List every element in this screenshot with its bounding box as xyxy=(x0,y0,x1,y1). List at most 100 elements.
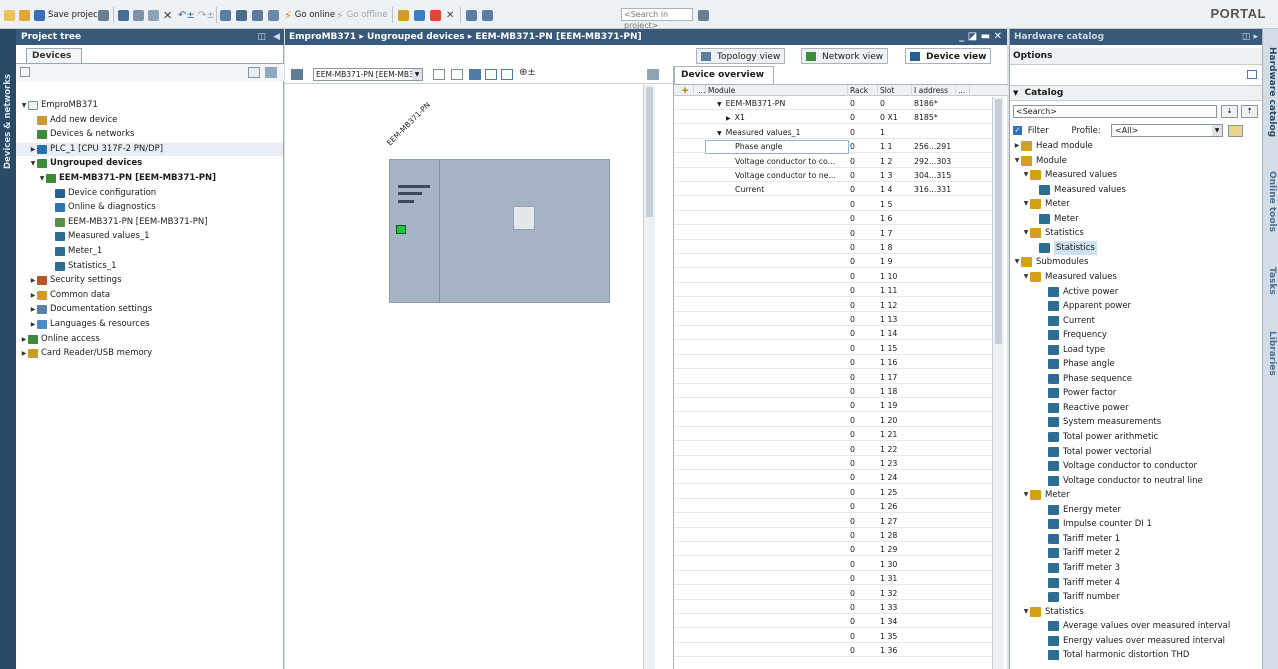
catalog-item[interactable]: Load type xyxy=(1040,343,1105,357)
catalog-section-header[interactable]: ▼ Catalog xyxy=(1010,85,1263,101)
module-cell[interactable] xyxy=(706,199,848,211)
rack-cell[interactable]: 0 xyxy=(848,458,878,470)
module-cell[interactable] xyxy=(706,343,848,355)
module-cell[interactable]: ▼ Measured values_1 xyxy=(706,127,848,139)
go-offline-button[interactable]: ⚡ Go offline xyxy=(336,8,388,22)
catalog-item[interactable]: ▼ Meter xyxy=(1022,197,1070,211)
rack-cell[interactable]: 0 xyxy=(848,573,878,585)
tree-item[interactable]: ▼ EmproMB371 xyxy=(16,99,283,112)
collapsed-arrow-icon[interactable]: ▶ xyxy=(29,274,37,287)
expanded-arrow-icon[interactable]: ▼ xyxy=(717,130,722,137)
undo-icon[interactable]: ↶± xyxy=(178,8,195,22)
slot-cell[interactable]: 1 17 xyxy=(878,372,912,384)
slot-cell[interactable]: 1 9 xyxy=(878,256,912,268)
tree-item[interactable]: Device configuration xyxy=(16,187,283,200)
expanded-arrow-icon[interactable]: ▼ xyxy=(1013,255,1021,269)
iaddress-cell[interactable] xyxy=(912,300,956,312)
module-cell[interactable] xyxy=(706,415,848,427)
module-cell[interactable] xyxy=(706,458,848,470)
window-controls[interactable]: _ ◪ ▬ ✕ xyxy=(959,29,1002,45)
module-cell[interactable] xyxy=(706,300,848,312)
iaddress-cell[interactable]: 292...303 xyxy=(912,156,956,168)
module-cell[interactable] xyxy=(706,271,848,283)
slot-cell[interactable]: 1 13 xyxy=(878,314,912,326)
slot-cell[interactable]: 1 22 xyxy=(878,444,912,456)
catalog-item[interactable]: Phase sequence xyxy=(1040,372,1132,386)
iaddress-cell[interactable]: 316...331 xyxy=(912,184,956,196)
iaddress-cell[interactable] xyxy=(912,487,956,499)
module-cell[interactable] xyxy=(706,631,848,643)
redo-icon[interactable]: ↷± xyxy=(198,8,215,22)
tree-item[interactable]: ▶ Card Reader/USB memory xyxy=(16,347,283,360)
split-horizontal-icon[interactable] xyxy=(466,8,477,22)
collapsed-arrow-icon[interactable]: ▶ xyxy=(29,143,37,156)
module-cell[interactable] xyxy=(706,544,848,556)
tree-item[interactable]: ▶ Common data xyxy=(16,289,283,302)
catalog-item[interactable]: Current xyxy=(1040,314,1095,328)
rack-cell[interactable]: 0 xyxy=(848,530,878,542)
rack-cell[interactable]: 0 xyxy=(848,472,878,484)
rack-cell[interactable]: 0 xyxy=(848,631,878,643)
rack-cell[interactable]: 0 xyxy=(848,242,878,254)
module-cell[interactable] xyxy=(706,501,848,513)
slot-cell[interactable]: 1 12 xyxy=(878,300,912,312)
iaddress-cell[interactable] xyxy=(912,127,956,139)
module-cell[interactable] xyxy=(706,530,848,542)
ethernet-port-icon[interactable] xyxy=(396,225,406,234)
table-row[interactable]: 01 26 xyxy=(674,501,992,514)
rack-cell[interactable]: 0 xyxy=(848,501,878,513)
column-iaddress-header[interactable]: I address xyxy=(912,85,956,96)
module-cell[interactable] xyxy=(706,357,848,369)
rack-cell[interactable]: 0 xyxy=(848,328,878,340)
table-row[interactable]: 01 10 xyxy=(674,271,992,283)
table-row[interactable]: Voltage conductor to co... 0 1 2 292...303 xyxy=(674,156,992,168)
panel-controls-icon[interactable]: ◫ ▸ xyxy=(1242,29,1258,45)
rack-cell[interactable]: 0 xyxy=(848,386,878,398)
catalog-item[interactable]: Reactive power xyxy=(1040,401,1129,415)
module-cell[interactable] xyxy=(706,616,848,628)
iaddress-cell[interactable] xyxy=(912,429,956,441)
start-cpu-icon[interactable] xyxy=(414,8,425,22)
expanded-arrow-icon[interactable]: ▼ xyxy=(1022,197,1030,211)
iaddress-cell[interactable] xyxy=(912,645,956,657)
iaddress-cell[interactable] xyxy=(912,631,956,643)
module-cell[interactable]: Voltage conductor to ne... xyxy=(706,170,848,182)
collapse-panel-icon[interactable]: ◀ xyxy=(273,29,280,45)
stop-cpu-icon[interactable] xyxy=(430,8,441,22)
slot-cell[interactable]: 1 8 xyxy=(878,242,912,254)
catalog-item[interactable]: Tariff meter 2 xyxy=(1040,546,1120,560)
search-project-input[interactable]: <Search in project> xyxy=(621,8,693,30)
simulation-icon[interactable] xyxy=(268,8,279,22)
module-cell[interactable] xyxy=(706,228,848,240)
expanded-arrow-icon[interactable]: ▼ xyxy=(717,101,722,108)
detail-view-icon[interactable] xyxy=(248,67,260,78)
module-cell[interactable] xyxy=(706,256,848,268)
tree-item[interactable]: ▶ Online access xyxy=(16,333,283,346)
properties-icon[interactable] xyxy=(433,69,445,80)
catalog-item[interactable]: Phase angle xyxy=(1040,357,1115,371)
table-row[interactable]: 01 12 xyxy=(674,300,992,312)
catalog-item[interactable]: Energy meter xyxy=(1040,503,1121,517)
rack-cell[interactable]: 0 xyxy=(848,357,878,369)
table-row[interactable]: Voltage conductor to ne... 0 1 3 304...315 xyxy=(674,170,992,182)
open-project-icon[interactable] xyxy=(19,8,30,22)
tree-item[interactable]: Statistics_1 xyxy=(16,260,283,273)
expanded-arrow-icon[interactable]: ▼ xyxy=(1022,605,1030,619)
rack-cell[interactable]: 0 xyxy=(848,444,878,456)
iaddress-cell[interactable]: 8186* xyxy=(912,98,956,110)
table-row[interactable]: ▼ EEM-MB371-PN 0 0 8186* xyxy=(674,98,992,110)
module-cell[interactable]: ▼ EEM-MB371-PN xyxy=(706,98,848,110)
table-row[interactable]: 01 34 xyxy=(674,616,992,629)
table-row[interactable]: 01 30 xyxy=(674,559,992,571)
iaddress-cell[interactable] xyxy=(912,256,956,268)
module-cell[interactable] xyxy=(706,213,848,225)
catalog-item[interactable]: ▼ Meter xyxy=(1022,488,1070,502)
catalog-item[interactable]: Tariff number xyxy=(1040,590,1120,604)
column-extra-header[interactable]: … xyxy=(696,85,706,96)
tree-item[interactable]: ▶ Security settings xyxy=(16,274,283,287)
iaddress-cell[interactable] xyxy=(912,588,956,600)
iaddress-cell[interactable] xyxy=(912,616,956,628)
rack-cell[interactable]: 0 xyxy=(848,300,878,312)
expanded-arrow-icon[interactable]: ▼ xyxy=(1022,270,1030,284)
module-cell[interactable] xyxy=(706,602,848,614)
